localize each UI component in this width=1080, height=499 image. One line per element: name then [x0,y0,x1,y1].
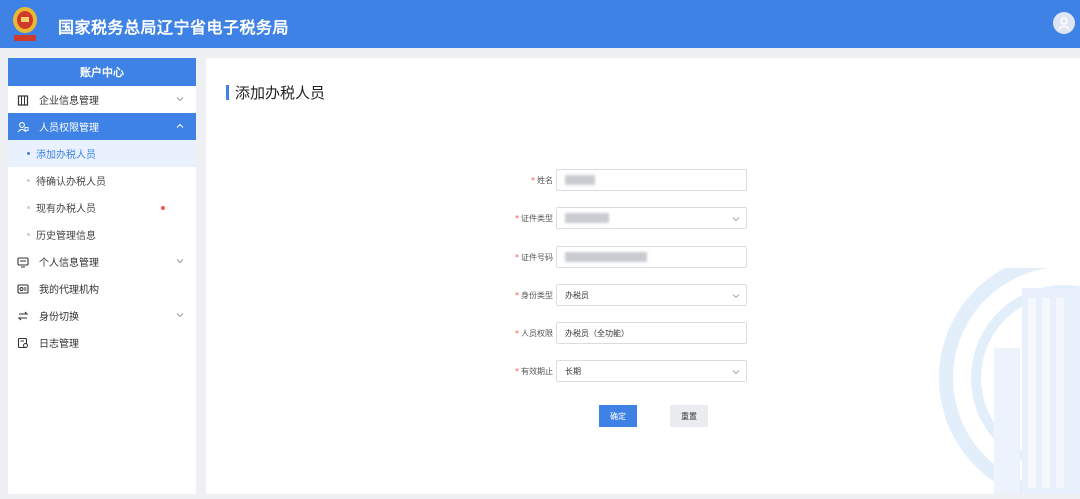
sidebar-item-label: 身份切换 [39,312,79,323]
form-row-id-type: * 证件类型 [496,207,747,229]
tax-emblem-icon [13,7,37,41]
main-panel: 添加办税人员 * 姓名 * 证件类型 * 证件号码 * 身份类型 办税员 * 人员权限 办… [206,58,1080,494]
sidebar-item-personnel-permissions[interactable]: 人员权限管理 [8,113,196,140]
identity-type-label: * 身份类型 [515,290,553,300]
switch-icon [16,309,29,322]
bullet-dot [27,152,30,155]
log-icon [16,336,29,349]
title-accent-bar [226,85,229,100]
bullet-dot [27,233,30,236]
permission-label: * 人员权限 [515,328,553,338]
sidebar-subitem-add-tax-staff[interactable]: 添加办税人员 [8,140,196,167]
sidebar-subitem-pending-tax-staff[interactable]: 待确认办税人员 [8,167,196,194]
redacted-value [565,175,595,185]
site-title: 国家税务总局辽宁省电子税务局 [58,18,290,37]
building-watermark-icon [939,268,1080,494]
top-header: 国家税务总局辽宁省电子税务局 [0,0,1080,48]
sidebar-item-label: 个人信息管理 [39,258,99,269]
redacted-value [565,252,647,262]
id-number-label: * 证件号码 [515,252,553,262]
permission-input[interactable]: 办税员（全功能） [556,322,747,344]
id-type-label: * 证件类型 [515,213,553,223]
sidebar-subitem-current-tax-staff[interactable]: 现有办税人员 [8,194,196,221]
sidebar-item-identity-switch[interactable]: 身份切换 [8,302,196,329]
sidebar-subitem-label: 现有办税人员 [36,204,96,215]
sidebar-item-label: 日志管理 [39,339,79,350]
chevron-up-icon [176,123,184,128]
page-title-text: 添加办税人员 [235,84,326,102]
sidebar-item-label: 人员权限管理 [39,123,99,134]
confirm-button[interactable]: 确定 [599,405,637,427]
sidebar-item-personal-info[interactable]: 个人信息管理 [8,248,196,275]
sidebar-item-my-agency[interactable]: 我的代理机构 [8,275,196,302]
form-row-name: * 姓名 [496,169,747,191]
id-number-input[interactable] [556,246,747,268]
page-title: 添加办税人员 [226,82,325,103]
id-card-icon [16,255,29,268]
sidebar: 账户中心 企业信息管理 人员权限管理 添加办税人员 待确认办税人员 现有办税人员… [8,58,196,494]
chevron-down-icon [732,217,740,222]
identity-type-select[interactable]: 办税员 [556,284,747,306]
sidebar-subitem-history-management[interactable]: 历史管理信息 [8,221,196,248]
name-input[interactable] [556,169,747,191]
agency-icon [16,282,29,295]
bullet-dot [27,206,30,209]
notification-dot [161,206,165,210]
user-avatar-icon[interactable] [1053,12,1075,34]
user-lock-icon [16,120,29,133]
sidebar-item-enterprise-info[interactable]: 企业信息管理 [8,86,196,113]
redacted-value [565,213,609,223]
sidebar-item-label: 我的代理机构 [39,285,99,296]
id-type-select[interactable] [556,207,747,229]
building-icon [16,93,29,106]
bullet-dot [27,179,30,182]
form-row-permission: * 人员权限 办税员（全功能） [496,322,747,344]
chevron-down-icon [176,259,184,264]
name-label: * 姓名 [531,175,553,185]
chevron-down-icon [176,313,184,318]
chevron-down-icon [732,370,740,375]
sidebar-subitem-label: 添加办税人员 [36,150,96,161]
form-row-identity-type: * 身份类型 办税员 [496,284,747,306]
sidebar-title: 账户中心 [8,58,196,86]
reset-button[interactable]: 重置 [670,405,708,427]
validity-select[interactable]: 长期 [556,360,747,382]
sidebar-subitem-label: 待确认办税人员 [36,177,106,188]
validity-label: * 有效期止 [515,366,553,376]
form-row-validity: * 有效期止 长期 [496,360,747,382]
chevron-down-icon [732,294,740,299]
chevron-down-icon [176,97,184,102]
sidebar-item-label: 企业信息管理 [39,96,99,107]
sidebar-item-log-management[interactable]: 日志管理 [8,329,196,356]
sidebar-subitem-label: 历史管理信息 [36,231,96,242]
form-row-id-number: * 证件号码 [496,246,747,268]
